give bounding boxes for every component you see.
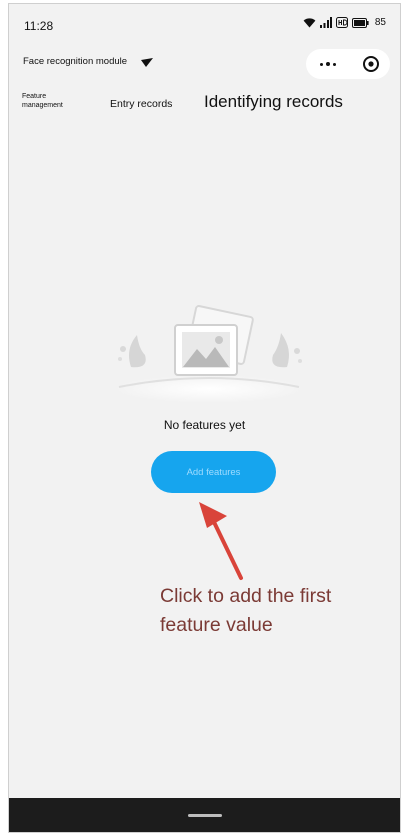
home-indicator[interactable] [187,814,222,817]
empty-image-illustration [114,305,304,403]
add-features-button[interactable]: Add features [151,451,276,493]
close-target-icon[interactable] [362,55,380,73]
tab-bar: Feature management Entry records Identif… [9,86,400,126]
signal-icon [319,17,332,28]
system-nav-bar [9,798,400,832]
annotation-text: Click to add the first feature value [160,585,332,636]
tab-feature-management[interactable]: Feature management [22,92,70,110]
page-title: Face recognition module [23,56,128,67]
phone-screen: 11:28 85 Face recognition module Feature… [8,3,401,833]
dropdown-caret-icon[interactable] [141,58,153,68]
miniprogram-capsule [306,49,390,79]
battery-level: 85 [374,17,386,28]
status-bar: 11:28 85 [9,4,400,40]
status-time: 11:28 [24,19,54,33]
battery-icon [351,17,369,28]
wifi-icon [303,18,316,28]
header: Face recognition module [9,44,400,84]
more-icon[interactable] [320,62,336,66]
hd-icon [335,17,348,28]
status-icons: 85 [303,17,386,28]
annotation-arrow-icon [199,502,243,580]
tab-identifying-records[interactable]: Identifying records [204,92,343,112]
tab-entry-records[interactable]: Entry records [110,98,172,110]
empty-message: No features yet [163,418,246,432]
